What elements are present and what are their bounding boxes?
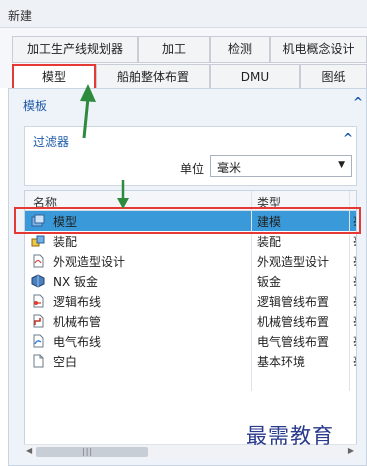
row-name: 外观造型设计 bbox=[53, 255, 126, 269]
row-name: 机械布管 bbox=[53, 315, 102, 329]
scrollbar-grip-icon: ||| bbox=[82, 447, 94, 456]
logical-routing-icon bbox=[31, 294, 45, 308]
scroll-left-icon[interactable]: ◀ bbox=[26, 446, 32, 455]
sheet-metal-icon bbox=[31, 274, 45, 288]
column-header-type[interactable]: 类型 bbox=[257, 194, 281, 211]
table-row[interactable]: 电气布线 电气管线布置 毫 bbox=[25, 331, 356, 351]
column-header-name[interactable]: 名称 bbox=[33, 194, 57, 211]
filter-caret-up-icon[interactable]: ^ bbox=[343, 131, 353, 145]
scroll-right-icon[interactable]: ▶ bbox=[348, 446, 354, 455]
row-unit: 毫 bbox=[353, 353, 356, 370]
window-title: 新建 bbox=[8, 9, 33, 23]
template-table: 名称 类型 模型建模毫装配装配毫外观造型设计外观造型设计毫NX 钣金钣金毫逻辑布… bbox=[24, 190, 357, 458]
row-type: 外观造型设计 bbox=[257, 255, 330, 269]
table-row[interactable]: 外观造型设计 外观造型设计 毫 bbox=[25, 251, 356, 271]
row-name: NX 钣金 bbox=[53, 275, 99, 289]
table-row[interactable]: 模型 建模 毫 bbox=[25, 211, 356, 231]
row-unit: 毫 bbox=[353, 333, 356, 350]
tab-model[interactable]: 模型 bbox=[12, 64, 96, 91]
row-type: 电气管线布置 bbox=[257, 335, 330, 349]
row-unit: 毫 bbox=[353, 213, 356, 230]
unit-select[interactable]: 毫米 ▼ bbox=[210, 155, 352, 177]
table-row[interactable]: 逻辑布线 逻辑管线布置 毫 bbox=[25, 291, 356, 311]
row-type: 逻辑管线布置 bbox=[257, 295, 330, 309]
table-row[interactable]: 空白 基本环境 毫 bbox=[25, 351, 356, 371]
row-type: 基本环境 bbox=[257, 355, 306, 369]
caret-up-icon[interactable]: ^ bbox=[353, 95, 363, 109]
table-row[interactable]: NX 钣金 钣金 毫 bbox=[25, 271, 356, 291]
row-name: 模型 bbox=[53, 215, 78, 229]
dropdown-arrow-icon: ▼ bbox=[338, 160, 345, 170]
row-name: 空白 bbox=[53, 355, 78, 369]
table-row[interactable]: 机械布管 机械管线布置 毫 bbox=[25, 311, 356, 331]
row-name: 电气布线 bbox=[53, 335, 102, 349]
row-type: 机械管线布置 bbox=[257, 315, 330, 329]
row-unit: 毫 bbox=[353, 253, 356, 270]
tab-production-line-planner[interactable]: 加工生产线规划器 bbox=[12, 36, 138, 63]
row-type: 建模 bbox=[257, 215, 282, 229]
column-divider bbox=[251, 191, 252, 391]
tab-drawing[interactable]: 图纸 bbox=[300, 64, 367, 91]
unit-select-value: 毫米 bbox=[217, 161, 242, 175]
row-type: 装配 bbox=[257, 235, 282, 249]
table-row[interactable]: 装配 装配 毫 bbox=[25, 231, 356, 251]
model-icon bbox=[31, 214, 45, 228]
electrical-routing-icon bbox=[31, 334, 45, 348]
tab-ship-general-arrangement[interactable]: 船舶整体布置 bbox=[96, 64, 210, 91]
templates-header[interactable]: 模板 ^ bbox=[9, 89, 366, 117]
unit-label: 单位 bbox=[180, 162, 205, 176]
row-type: 钣金 bbox=[257, 275, 282, 289]
tab-dmu[interactable]: DMU bbox=[210, 64, 300, 91]
shape-design-icon bbox=[31, 254, 45, 268]
row-unit: 毫 bbox=[353, 233, 356, 250]
tab-inspection[interactable]: 检测 bbox=[210, 36, 270, 63]
mechanical-piping-icon bbox=[31, 314, 45, 328]
row-unit: 毫 bbox=[353, 273, 356, 290]
column-divider bbox=[349, 191, 350, 391]
row-unit: 毫 bbox=[353, 313, 356, 330]
row-unit: 毫 bbox=[353, 293, 356, 310]
templates-title: 模板 bbox=[23, 99, 48, 113]
table-header: 名称 类型 bbox=[25, 191, 356, 211]
title-bar: 新建 bbox=[0, 0, 367, 28]
row-name: 装配 bbox=[53, 235, 78, 249]
watermark: 最需教育 bbox=[246, 424, 334, 448]
tab-mechatronics-concept-design[interactable]: 机电概念设计 bbox=[270, 36, 367, 63]
application-tabs: 加工生产线规划器 加工 检测 机电概念设计 模型 船舶整体布置 DMU 图纸 bbox=[0, 28, 367, 91]
blank-doc-icon bbox=[31, 354, 45, 368]
filter-title: 过滤器 bbox=[33, 135, 70, 149]
row-name: 逻辑布线 bbox=[53, 295, 102, 309]
assembly-icon bbox=[31, 234, 45, 248]
tab-machining[interactable]: 加工 bbox=[138, 36, 210, 63]
